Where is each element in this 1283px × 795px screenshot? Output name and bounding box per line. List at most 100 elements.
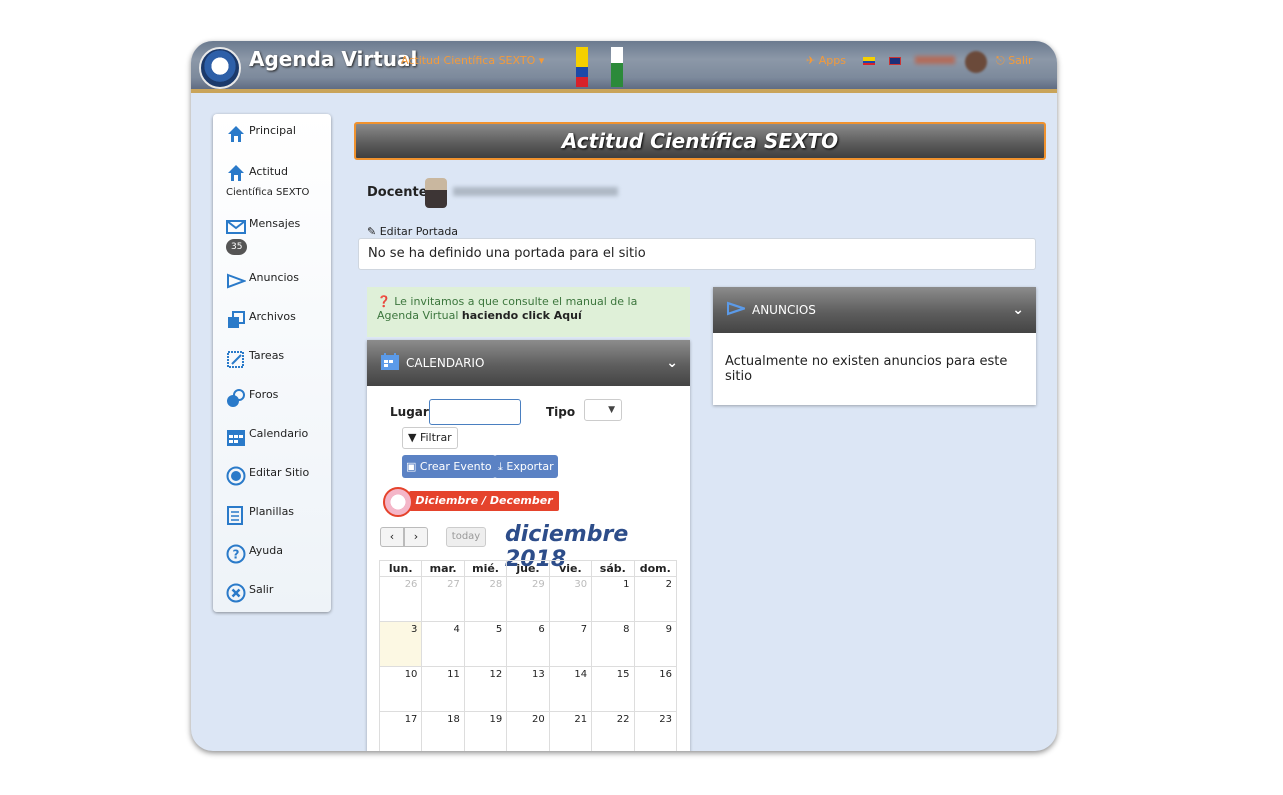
edit-portada-link[interactable]: ✎ Editar Portada <box>367 225 458 238</box>
flag-decoration <box>576 47 588 87</box>
edit-portada-label: Editar Portada <box>379 225 459 238</box>
santa-decoration-icon <box>383 487 413 517</box>
anuncios-panel: ANUNCIOS ⌄ Actualmente no existen anunci… <box>713 287 1036 405</box>
language-es-flag-icon[interactable] <box>863 57 875 65</box>
crear-evento-label: Crear Evento <box>419 460 492 473</box>
chevron-down-icon[interactable]: ⌄ <box>666 340 678 386</box>
tipo-select[interactable]: ▼ <box>584 399 622 421</box>
weekday-header: lun. <box>378 560 423 577</box>
weekday-header: mié. <box>463 560 508 577</box>
calendar-icon <box>227 430 245 446</box>
calendar-day[interactable]: 19 <box>463 711 508 751</box>
sidebar-item-label: Foros <box>249 388 279 401</box>
calendar-day[interactable]: 23 <box>633 711 678 751</box>
today-button[interactable]: today <box>446 527 486 547</box>
sidebar: Principal Actitud Científica SEXTO Mensa… <box>213 114 331 612</box>
course-dropdown[interactable]: Actitud Científica SEXTO ▾ <box>401 54 544 67</box>
exit-icon <box>226 583 246 603</box>
lugar-input[interactable] <box>429 399 521 425</box>
weekday-header: sáb. <box>591 560 635 577</box>
calendar-day[interactable]: 12 <box>463 666 508 712</box>
calendar-day[interactable]: 30 <box>548 576 593 622</box>
calendar-day[interactable]: 27 <box>421 576 465 622</box>
calendar-panel-header[interactable]: CALENDARIO ⌄ <box>367 340 690 386</box>
calendar-plus-icon: ▣ <box>406 460 417 473</box>
calendar-day[interactable]: 4 <box>421 621 465 667</box>
flag-decoration-2 <box>611 47 623 87</box>
crear-evento-button[interactable]: ▣ Crear Evento <box>402 455 496 478</box>
sidebar-item-label: Planillas <box>249 505 295 518</box>
sidebar-item-label: Editar Sitio <box>249 466 310 479</box>
calendar-day[interactable]: 26 <box>378 576 423 622</box>
prev-month-button[interactable]: ‹ <box>380 527 404 547</box>
user-avatar[interactable] <box>965 51 987 73</box>
calendar-day[interactable]: 8 <box>591 621 635 667</box>
weekday-header: mar. <box>421 560 465 577</box>
exportar-button[interactable]: ⤓ Exportar <box>494 455 558 478</box>
docente-name-blurred <box>453 187 618 196</box>
month-ribbon-text: Diciembre / December <box>409 491 559 511</box>
calendar-day[interactable]: 17 <box>378 711 423 751</box>
calendar-day[interactable]: 7 <box>548 621 593 667</box>
calendar-day[interactable]: 2 <box>633 576 678 622</box>
calendar-week-row: 17 18 19 20 21 22 23 <box>378 711 678 751</box>
calendar-day[interactable]: 29 <box>506 576 550 622</box>
tipo-label: Tipo <box>546 405 576 419</box>
svg-text:?: ? <box>233 548 240 562</box>
manual-notice: ❓ Le invitamos a que consulte el manual … <box>367 287 690 337</box>
calendar-panel-title: CALENDARIO <box>406 356 485 370</box>
app-window: Agenda Virtual Actitud Científica SEXTO … <box>191 41 1057 751</box>
docente-label: Docente <box>367 185 428 200</box>
calendar-day[interactable]: 21 <box>548 711 593 751</box>
month-ribbon: Diciembre / December <box>383 487 559 517</box>
calendar-day[interactable]: 28 <box>463 576 508 622</box>
calendar-day[interactable]: 20 <box>506 711 550 751</box>
user-name-blurred[interactable] <box>915 56 955 64</box>
calendar-day[interactable]: 22 <box>591 711 635 751</box>
filtrar-button[interactable]: ▼ Filtrar <box>402 427 458 449</box>
logout-label: Salir <box>1008 54 1033 67</box>
page-title: Actitud Científica SEXTO <box>354 122 1046 160</box>
sidebar-item-label: Actitud <box>249 165 289 178</box>
calendar-day[interactable]: 9 <box>633 621 678 667</box>
calendar-day[interactable]: 5 <box>463 621 508 667</box>
calendar-week-row: 3 4 5 6 7 8 9 <box>378 621 678 667</box>
logout-link[interactable]: ⎋ Salir <box>996 54 1033 68</box>
calendar-day[interactable]: 15 <box>591 666 635 712</box>
calendar-day[interactable]: 6 <box>506 621 550 667</box>
apps-menu[interactable]: ✈ Apps <box>806 54 846 67</box>
sidebar-item-label: Salir <box>249 583 274 596</box>
calendar-day[interactable]: 1 <box>591 576 635 622</box>
brand-title[interactable]: Agenda Virtual <box>249 47 417 71</box>
portada-box: No se ha definido una portada para el si… <box>358 238 1036 270</box>
calendar-day[interactable]: 18 <box>421 711 465 751</box>
sidebar-item-label: Principal <box>249 124 296 137</box>
next-month-button[interactable]: › <box>404 527 428 547</box>
chevron-down-icon[interactable]: ⌄ <box>1012 287 1024 333</box>
anuncios-panel-header[interactable]: ANUNCIOS ⌄ <box>713 287 1036 333</box>
calendar-day[interactable]: 10 <box>378 666 423 712</box>
calendar-week-row: 26 27 28 29 30 1 2 <box>378 576 678 622</box>
manual-link[interactable]: haciendo click Aquí <box>462 309 582 322</box>
school-crest-logo <box>199 47 241 89</box>
sheets-icon <box>227 506 243 525</box>
weekday-header: vie. <box>548 560 593 577</box>
calendar-day[interactable]: 11 <box>421 666 465 712</box>
calendar-day[interactable]: 16 <box>633 666 678 712</box>
navbar-stripe <box>191 89 1057 93</box>
tasks-icon <box>227 351 244 368</box>
sidebar-item-label: Anuncios <box>249 271 300 284</box>
question-circle-icon: ❓ <box>377 295 391 308</box>
sidebar-item-label: Calendario <box>249 427 309 440</box>
rocket-icon: ✈ <box>806 54 819 67</box>
weekday-header: jue. <box>506 560 550 577</box>
home-icon <box>228 165 244 181</box>
calendar-day-today[interactable]: 3 <box>378 621 423 667</box>
envelope-icon <box>226 220 246 234</box>
lugar-label: Lugar <box>390 405 429 419</box>
language-en-flag-icon[interactable] <box>889 57 901 65</box>
calendar-panel: CALENDARIO ⌄ Lugar Tipo ▼ ▼ Filtrar ▣ Cr… <box>367 340 690 751</box>
calendar-day[interactable]: 14 <box>548 666 593 712</box>
calendar-day[interactable]: 13 <box>506 666 550 712</box>
anuncios-empty-text: Actualmente no existen anuncios para est… <box>725 354 1008 384</box>
